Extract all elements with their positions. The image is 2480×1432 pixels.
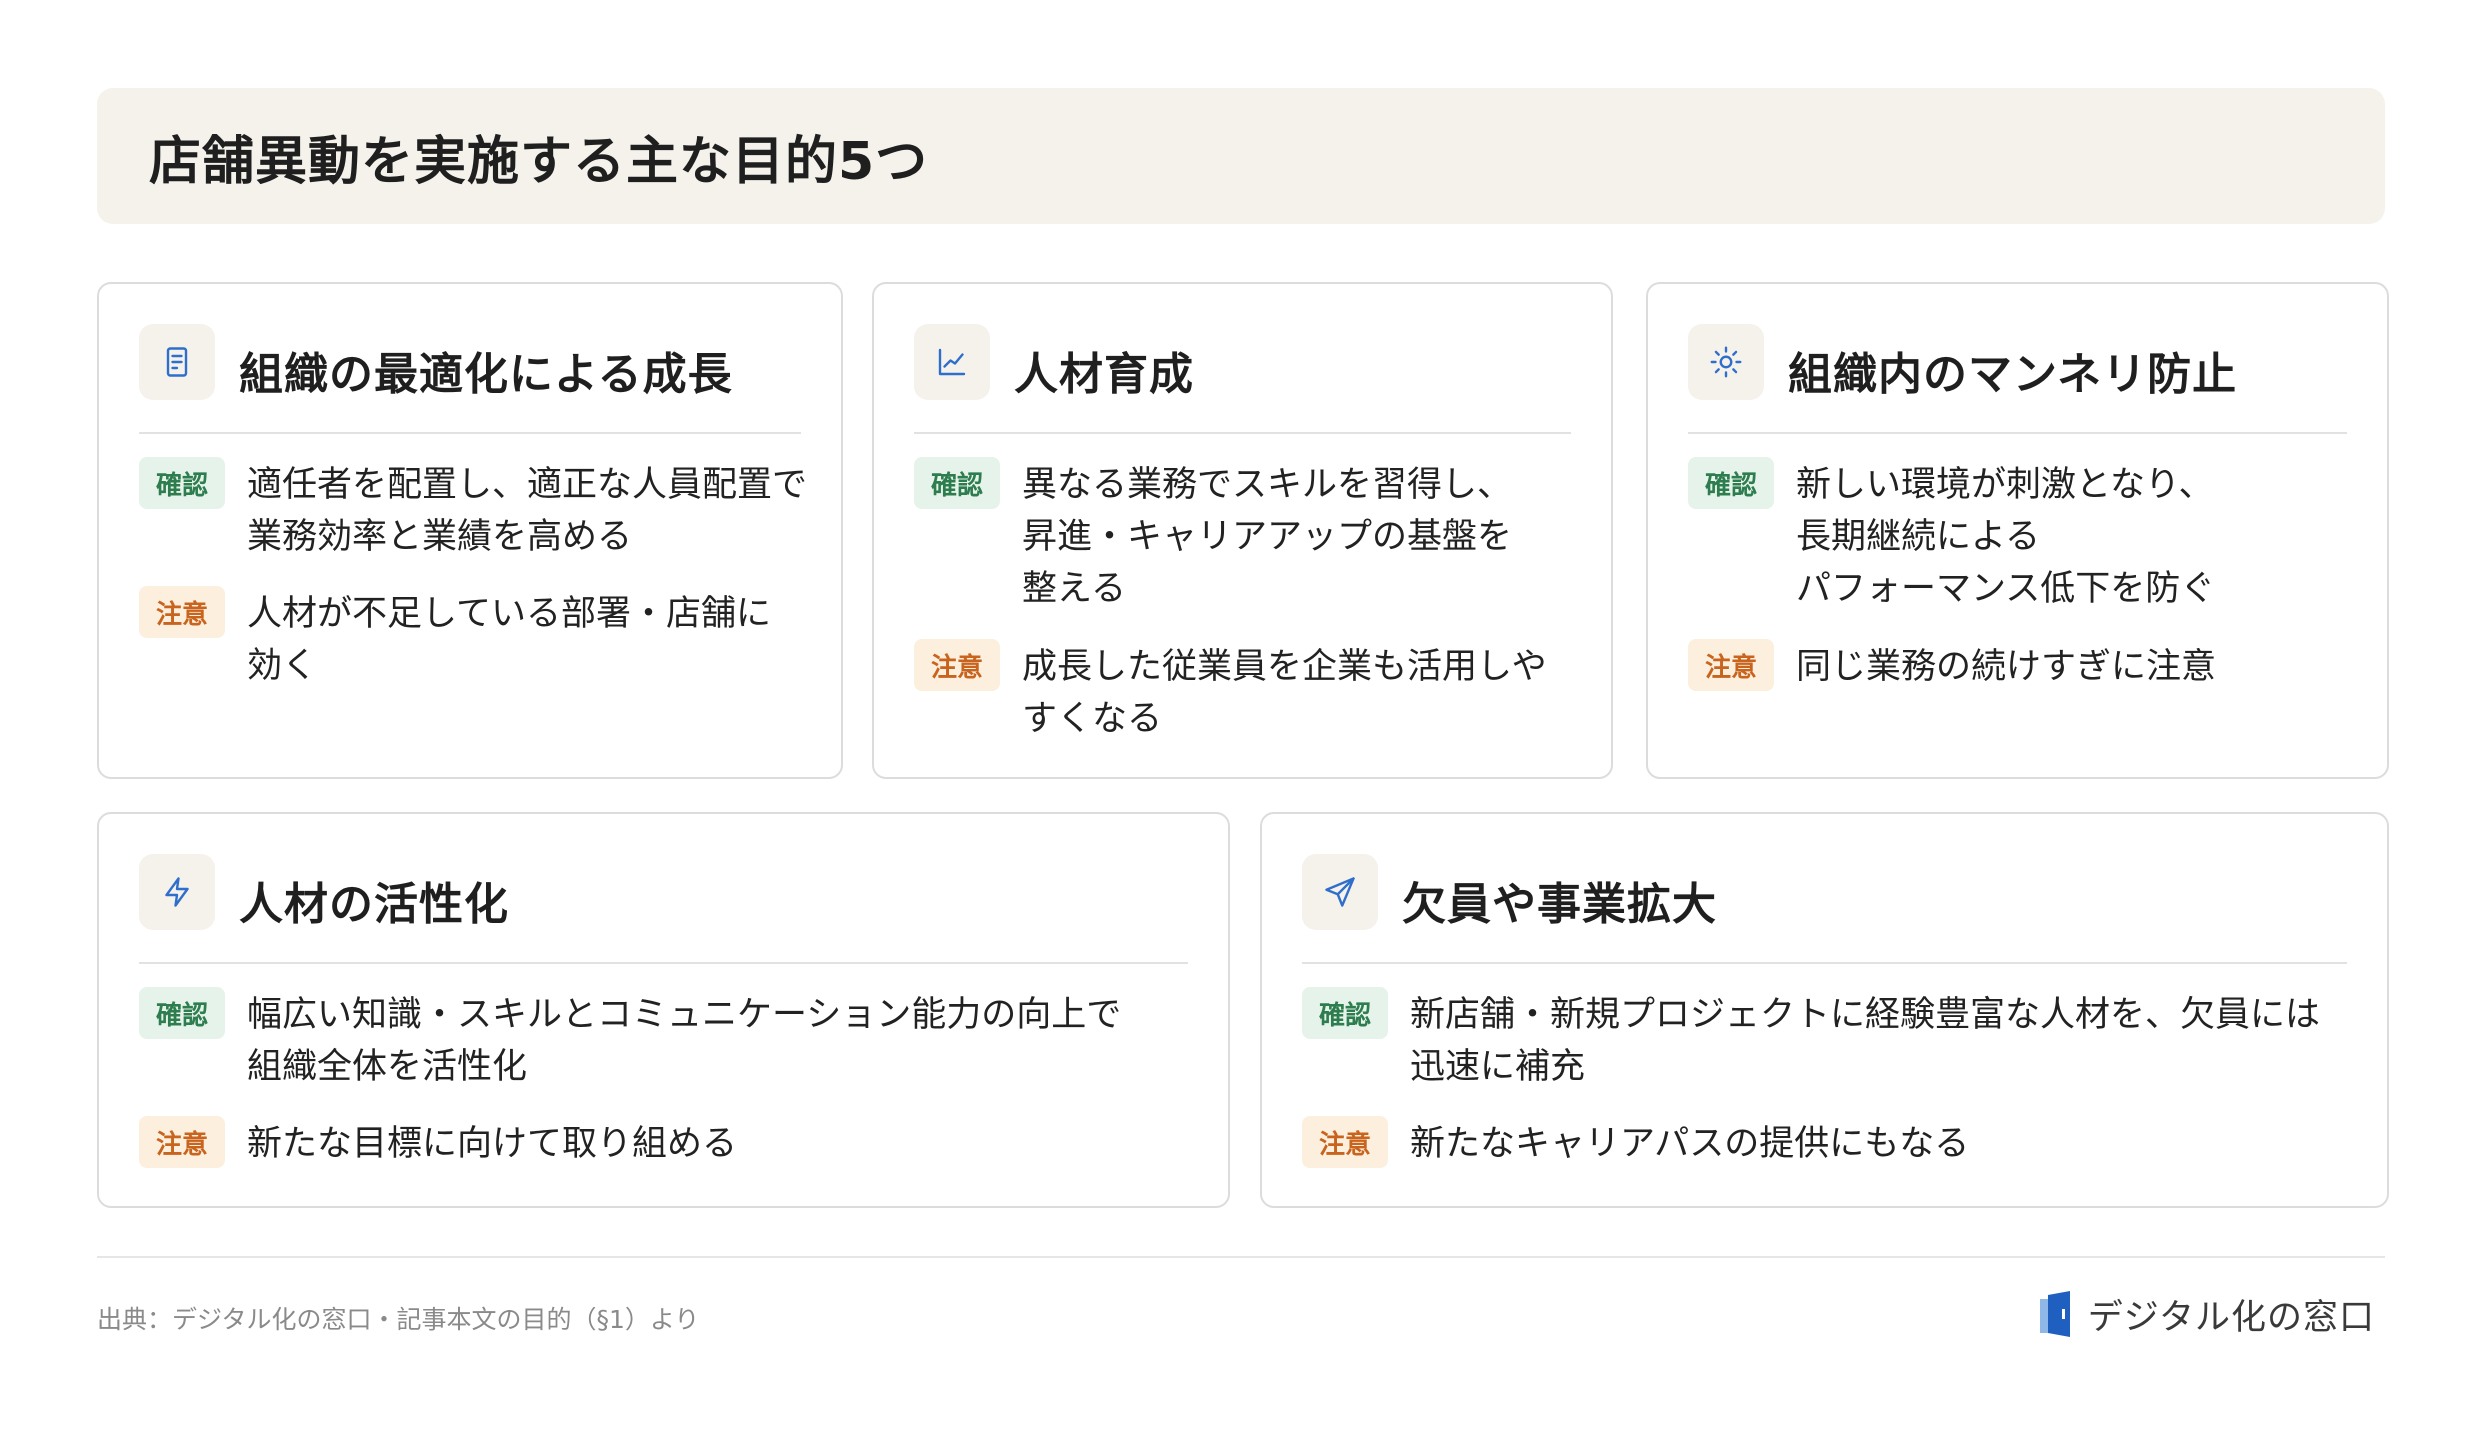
caution-text: 人材が不足している部署・店舗に 効く <box>247 594 771 686</box>
purpose-card-2: 人材育成 確認 異なる業務でスキルを習得し、 昇進・キャリアアップの基盤を 整え… <box>872 282 1613 779</box>
purpose-card-1: 組織の最適化による成長 確認 適任者を配置し、適正な人員配置で 業務効率と業績を… <box>97 282 843 779</box>
send-icon <box>1302 854 1378 930</box>
confirm-text: 幅広い知識・スキルとコミュニケーション能力の向上で 組織全体を活性化 <box>247 995 1122 1087</box>
title-banner: 店舗異動を実施する主な目的5つ <box>97 88 2385 224</box>
caution-text: 新たなキャリアパスの提供にもなる <box>1410 1124 1970 1164</box>
card-title: 組織内のマンネリ防止 <box>1788 349 2238 400</box>
brand-mark-icon <box>2039 1291 2070 1337</box>
confirm-text: 適任者を配置し、適正な人員配置で 業務効率と業績を高める <box>247 465 808 557</box>
footer-divider <box>97 1256 2385 1258</box>
sun-icon <box>1688 324 1764 400</box>
line-chart-icon <box>914 324 990 400</box>
confirm-badge: 確認 <box>139 457 225 509</box>
caution-badge: 注意 <box>139 586 225 638</box>
card-header: 欠員や事業拡大 <box>1302 854 2347 964</box>
caution-badge: 注意 <box>1302 1116 1388 1168</box>
confirm-badge: 確認 <box>1688 457 1774 509</box>
card-title: 組織の最適化による成長 <box>239 349 733 400</box>
confirm-badge: 確認 <box>1302 987 1388 1039</box>
card-title: 人材の活性化 <box>239 879 509 930</box>
brand-logo[interactable]: デジタル化の窓口 <box>2036 1288 2375 1340</box>
lightning-icon <box>139 854 215 930</box>
card-title: 欠員や事業拡大 <box>1402 879 1717 930</box>
page-title: 店舗異動を実施する主な目的5つ <box>149 131 929 192</box>
caution-badge: 注意 <box>139 1116 225 1168</box>
confirm-badge: 確認 <box>914 457 1000 509</box>
confirm-badge: 確認 <box>139 987 225 1039</box>
confirm-text: 異なる業務でスキルを習得し、 昇進・キャリアアップの基盤を 整える <box>1022 465 1513 609</box>
caution-text: 成長した従業員を企業も活用しや すくなる <box>1022 647 1547 739</box>
card-header: 人材の活性化 <box>139 854 1188 964</box>
caution-badge: 注意 <box>914 639 1000 691</box>
card-header: 人材育成 <box>914 324 1571 434</box>
caution-badge: 注意 <box>1688 639 1774 691</box>
brand-name: デジタル化の窓口 <box>2087 1297 2375 1338</box>
source-note: 出典：デジタル化の窓口・記事本文の目的（§1）より <box>97 1305 700 1334</box>
purpose-card-4: 人材の活性化 確認 幅広い知識・スキルとコミュニケーション能力の向上で 組織全体… <box>97 812 1230 1208</box>
purpose-card-5: 欠員や事業拡大 確認 新店舗・新規プロジェクトに経験豊富な人材を、欠員には 迅速… <box>1260 812 2389 1208</box>
caution-text: 同じ業務の続けすぎに注意 <box>1796 647 2217 687</box>
confirm-text: 新店舗・新規プロジェクトに経験豊富な人材を、欠員には 迅速に補充 <box>1410 995 2321 1087</box>
document-icon <box>139 324 215 400</box>
caution-text: 新たな目標に向けて取り組める <box>247 1124 738 1164</box>
card-title: 人材育成 <box>1014 349 1194 400</box>
purpose-card-3: 組織内のマンネリ防止 確認 新しい環境が刺激となり、 長期継続による パフォーマ… <box>1646 282 2389 779</box>
confirm-text: 新しい環境が刺激となり、 長期継続による パフォーマンス低下を防ぐ <box>1796 465 2216 609</box>
card-header: 組織内のマンネリ防止 <box>1688 324 2347 434</box>
card-header: 組織の最適化による成長 <box>139 324 801 434</box>
